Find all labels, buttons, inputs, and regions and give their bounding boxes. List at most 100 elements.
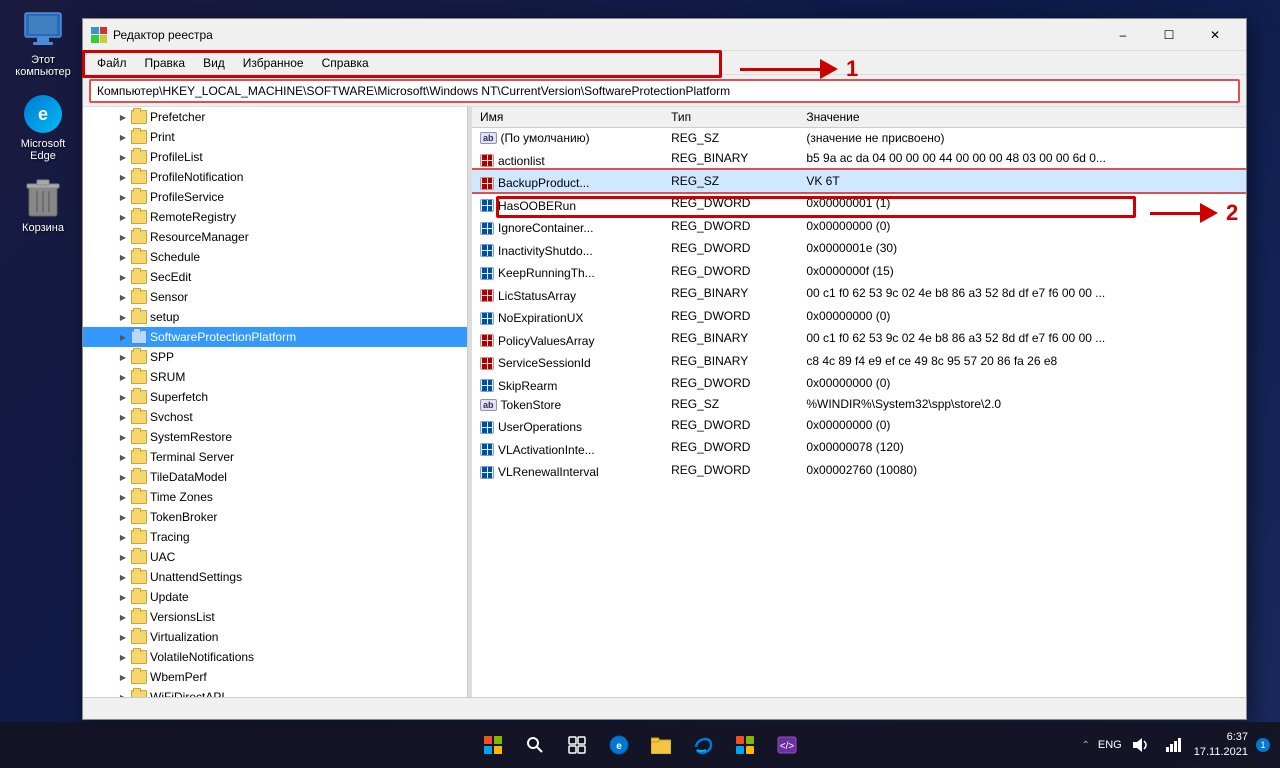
maximize-button[interactable]: ☐ [1146,19,1192,51]
tree-expand-icon[interactable]: ▶ [115,549,131,565]
tree-item[interactable]: ▶ RemoteRegistry [83,207,467,227]
tree-item[interactable]: ▶ SoftwareProtectionPlatform [83,327,467,347]
browser-taskbar-button[interactable]: e [601,727,637,763]
tree-item[interactable]: ▶ SPP [83,347,467,367]
tree-expand-icon[interactable]: ▶ [115,289,131,305]
tree-expand-icon[interactable]: ▶ [115,349,131,365]
table-row[interactable]: InactivityShutdo... REG_DWORD 0x0000001e… [472,237,1246,260]
table-row[interactable]: NoExpirationUX REG_DWORD 0x00000000 (0) [472,305,1246,328]
tree-expand-icon[interactable]: ▶ [115,429,131,445]
tree-expand-icon[interactable]: ▶ [115,649,131,665]
dev-taskbar-button[interactable]: </> [769,727,805,763]
tree-expand-icon[interactable]: ▶ [115,129,131,145]
tree-item[interactable]: ▶ Terminal Server [83,447,467,467]
edge-taskbar-button[interactable] [685,727,721,763]
tree-expand-icon[interactable]: ▶ [115,249,131,265]
network-icon[interactable] [1162,733,1186,757]
table-row[interactable]: KeepRunningTh... REG_DWORD 0x0000000f (1… [472,260,1246,283]
desktop-icon-computer[interactable]: Этот компьютер [8,10,78,78]
address-input[interactable] [89,79,1240,103]
filemanager-taskbar-button[interactable] [643,727,679,763]
tree-expand-icon[interactable]: ▶ [115,189,131,205]
tree-expand-icon[interactable]: ▶ [115,369,131,385]
tree-expand-icon[interactable]: ▶ [115,589,131,605]
tree-item[interactable]: ▶ SecEdit [83,267,467,287]
menu-view[interactable]: Вид [195,54,233,72]
tree-item[interactable]: ▶ UnattendSettings [83,567,467,587]
tree-expand-icon[interactable]: ▶ [115,529,131,545]
lang-indicator[interactable]: ENG [1098,739,1122,751]
table-row[interactable]: HasOOBERun REG_DWORD 0x00000001 (1) [472,192,1246,215]
minimize-button[interactable]: – [1100,19,1146,51]
desktop-icon-trash[interactable]: Корзина [8,178,78,234]
notification-badge[interactable]: 1 [1256,738,1270,752]
tree-expand-icon[interactable]: ▶ [115,689,131,697]
tree-item[interactable]: ▶ VolatileNotifications [83,647,467,667]
tree-item[interactable]: ▶ Time Zones [83,487,467,507]
store-taskbar-button[interactable] [727,727,763,763]
taskview-button[interactable] [559,727,595,763]
volume-icon[interactable] [1130,733,1154,757]
tree-item[interactable]: ▶ TokenBroker [83,507,467,527]
tree-expand-icon[interactable]: ▶ [115,269,131,285]
start-button[interactable] [475,727,511,763]
tree-item[interactable]: ▶ Svchost [83,407,467,427]
table-row[interactable]: VLRenewalInterval REG_DWORD 0x00002760 (… [472,459,1246,482]
tree-expand-icon[interactable]: ▶ [115,449,131,465]
close-button[interactable]: ✕ [1192,19,1238,51]
tree-item[interactable]: ▶ Schedule [83,247,467,267]
tree-item[interactable]: ▶ ProfileList [83,147,467,167]
tree-expand-icon[interactable]: ▶ [115,629,131,645]
tree-item[interactable]: ▶ ProfileService [83,187,467,207]
tree-item[interactable]: ▶ Print [83,127,467,147]
table-row[interactable]: IgnoreContainer... REG_DWORD 0x00000000 … [472,215,1246,238]
menu-favorites[interactable]: Избранное [235,54,312,72]
tree-item[interactable]: ▶ WbemPerf [83,667,467,687]
table-row[interactable]: SkipRearm REG_DWORD 0x00000000 (0) [472,372,1246,395]
tree-expand-icon[interactable]: ▶ [115,509,131,525]
table-row[interactable]: UserOperations REG_DWORD 0x00000000 (0) [472,414,1246,437]
tree-item[interactable]: ▶ TileDataModel [83,467,467,487]
clock[interactable]: 6:37 17.11.2021 [1194,730,1248,761]
tree-expand-icon[interactable]: ▶ [115,469,131,485]
tree-expand-icon[interactable]: ▶ [115,669,131,685]
tree-item[interactable]: ▶ Tracing [83,527,467,547]
tree-item[interactable]: ▶ setup [83,307,467,327]
tree-item[interactable]: ▶ SRUM [83,367,467,387]
tree-expand-icon[interactable]: ▶ [115,409,131,425]
tree-expand-icon[interactable]: ▶ [115,209,131,225]
tree-item[interactable]: ▶ Sensor [83,287,467,307]
tree-expand-icon[interactable]: ▶ [115,569,131,585]
menu-file[interactable]: Файл [89,54,135,72]
tree-expand-icon[interactable]: ▶ [115,309,131,325]
tree-item[interactable]: ▶ ProfileNotification [83,167,467,187]
sys-tray-arrow[interactable]: ⌃ [1082,740,1090,751]
table-row[interactable]: ab TokenStore REG_SZ %WINDIR%\System32\s… [472,395,1246,414]
tree-item[interactable]: ▶ ResourceManager [83,227,467,247]
tree-item[interactable]: ▶ Prefetcher [83,107,467,127]
search-button[interactable] [517,727,553,763]
table-row[interactable]: actionlist REG_BINARY b5 9a ac da 04 00 … [472,147,1246,170]
tree-item[interactable]: ▶ Superfetch [83,387,467,407]
tree-expand-icon[interactable]: ▶ [115,389,131,405]
tree-item[interactable]: ▶ VersionsList [83,607,467,627]
tree-item[interactable]: ▶ SystemRestore [83,427,467,447]
tree-item[interactable]: ▶ WiFiDirectAPI [83,687,467,697]
table-row[interactable]: PolicyValuesArray REG_BINARY 00 c1 f0 62… [472,327,1246,350]
menu-help[interactable]: Справка [314,54,377,72]
tree-expand-icon[interactable]: ▶ [115,109,131,125]
tree-expand-icon[interactable]: ▶ [115,149,131,165]
tree-item[interactable]: ▶ UAC [83,547,467,567]
table-row[interactable]: ServiceSessionId REG_BINARY c8 4c 89 f4 … [472,350,1246,373]
tree-expand-icon[interactable]: ▶ [115,169,131,185]
tree-item[interactable]: ▶ Virtualization [83,627,467,647]
tree-expand-icon[interactable]: ▶ [115,489,131,505]
tree-item[interactable]: ▶ Update [83,587,467,607]
table-row[interactable]: ab (По умолчанию) REG_SZ (значение не пр… [472,128,1246,148]
tree-expand-icon[interactable]: ▶ [115,609,131,625]
desktop-icon-edge[interactable]: e Microsoft Edge [8,94,78,162]
table-row[interactable]: BackupProduct... REG_SZ VK 6T [472,170,1246,193]
tree-expand-icon[interactable]: ▶ [115,329,131,345]
menu-edit[interactable]: Правка [137,54,194,72]
table-row[interactable]: VLActivationInte... REG_DWORD 0x00000078… [472,436,1246,459]
